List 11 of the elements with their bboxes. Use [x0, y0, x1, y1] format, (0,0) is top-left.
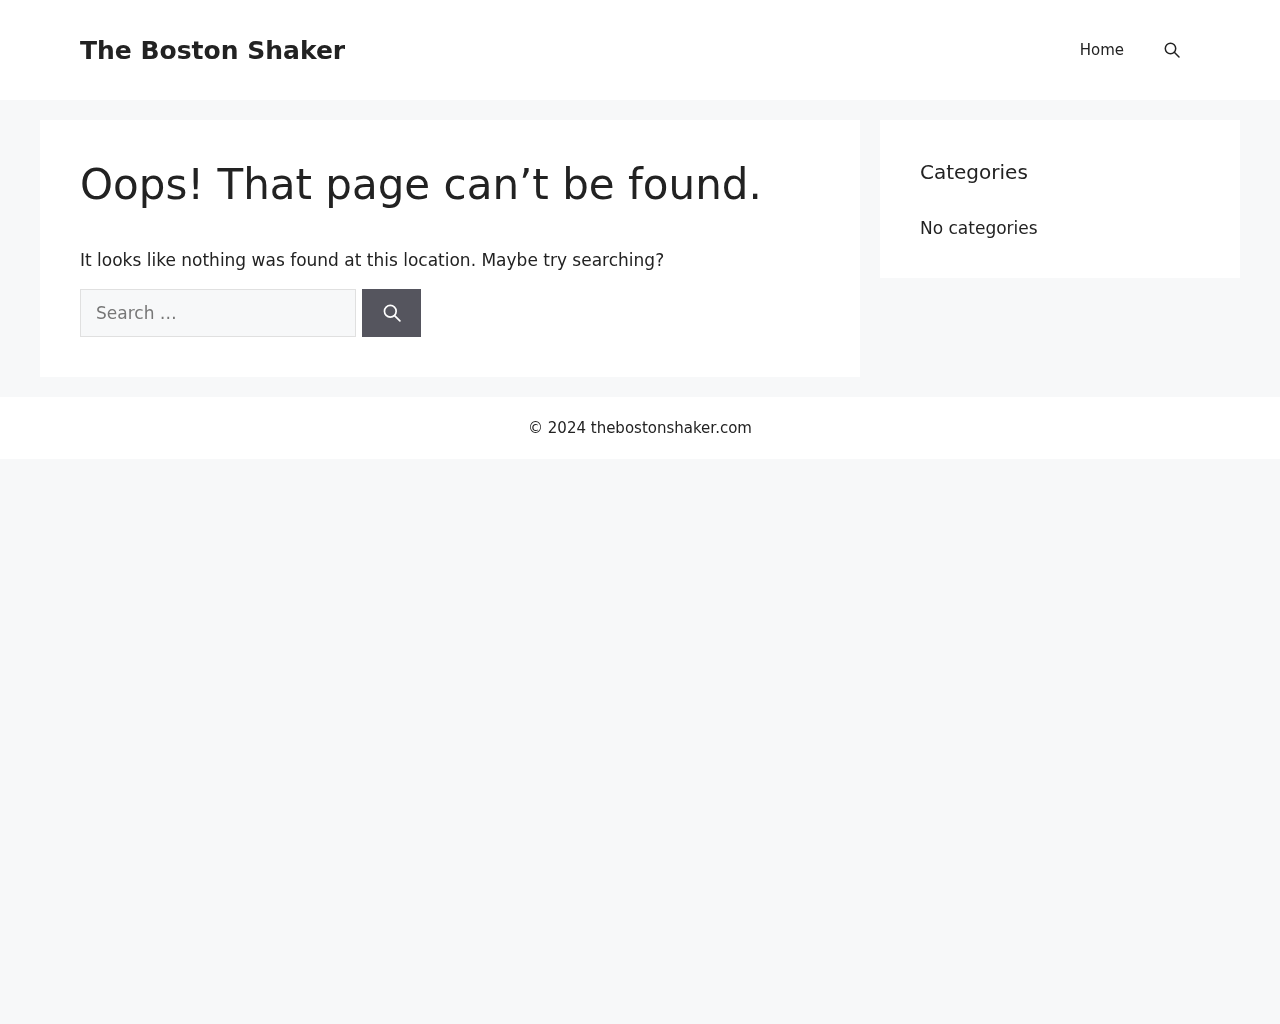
- nav-link[interactable]: Home: [1079, 41, 1124, 59]
- copyright-text: © 2024 thebostonshaker.com: [528, 418, 752, 437]
- page-title: Oops! That page can’t be found.: [80, 160, 763, 211]
- message-text: It looks like nothing was found at this location. Maybe try searching?: [80, 250, 666, 271]
- search-icon: [382, 303, 401, 322]
- search-field[interactable]: Search …: [80, 288, 356, 337]
- search-icon[interactable]: [1164, 42, 1180, 58]
- widget-text: No categories: [920, 218, 1039, 238]
- site-title[interactable]: The Boston Shaker: [80, 35, 346, 65]
- widget-title: Categories: [920, 160, 1029, 184]
- search-button[interactable]: [362, 288, 421, 337]
